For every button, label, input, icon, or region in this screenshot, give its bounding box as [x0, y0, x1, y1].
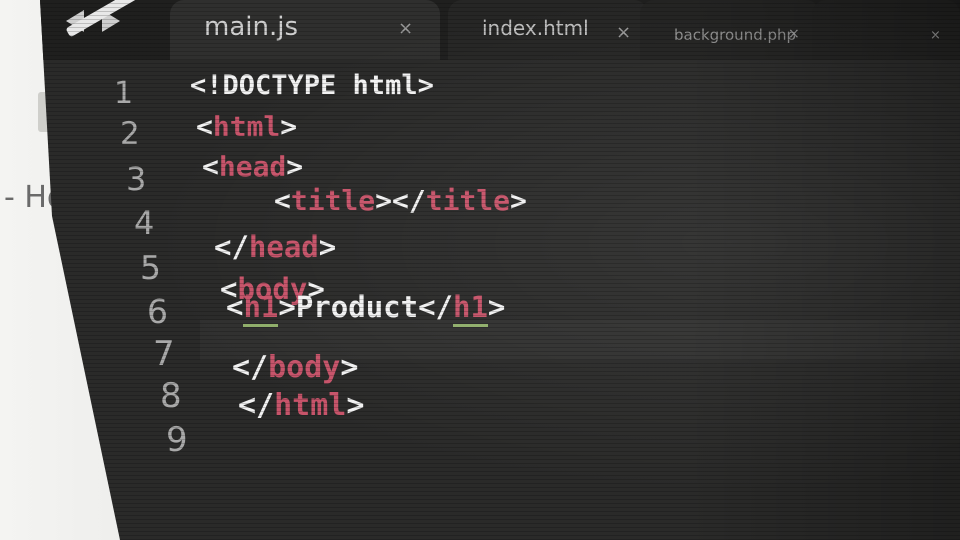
code-line[interactable]: <!DOCTYPE html> — [190, 70, 434, 101]
code-editor-window: main.js × index.html × background.php × … — [40, 0, 960, 540]
tab-navigation — [58, 0, 168, 54]
html-tag-name: title — [425, 184, 511, 217]
code-text: <!DOCTYPE html> — [190, 70, 434, 101]
code-line[interactable]: <h1>Product</h1> — [226, 290, 506, 327]
code-line[interactable]: <title></title> — [274, 184, 527, 217]
code-text: </ — [232, 350, 269, 385]
close-icon[interactable]: × — [398, 18, 413, 39]
html-tag-name: html — [212, 110, 281, 143]
code-line[interactable]: </head> — [214, 230, 336, 264]
tab-label: main.js — [204, 12, 298, 42]
line-number: 3 — [126, 160, 147, 198]
line-number: 1 — [114, 76, 134, 111]
code-line[interactable]: <head> — [202, 150, 303, 183]
code-text: > — [318, 230, 337, 264]
line-number: 9 — [166, 420, 188, 460]
html-tag-name: body — [268, 350, 341, 385]
tab-bar: main.js × index.html × background.php × … — [40, 0, 960, 60]
code-text: > — [510, 184, 527, 217]
code-line[interactable]: </html> — [238, 388, 364, 423]
code-text: </ — [214, 230, 249, 264]
code-text: < — [196, 110, 213, 143]
code-text: > — [280, 110, 298, 143]
line-number: 5 — [140, 248, 161, 287]
code-text: ></ — [375, 184, 426, 217]
line-number: 2 — [120, 116, 140, 152]
code-line[interactable]: <html> — [196, 110, 297, 143]
tab-index-html[interactable]: index.html × — [448, 0, 648, 60]
line-number: 6 — [147, 292, 168, 331]
html-tag-name: head — [218, 150, 287, 183]
code-text: < — [202, 150, 219, 183]
html-tag-name: head — [248, 230, 319, 264]
code-text: < — [274, 184, 291, 217]
code-line[interactable]: </body> — [232, 350, 358, 385]
code-text: >Product</ — [278, 290, 453, 324]
tab-label: background.php — [674, 26, 797, 44]
close-icon[interactable]: × — [930, 28, 941, 43]
close-icon[interactable]: × — [788, 26, 800, 42]
code-text: > — [487, 290, 506, 324]
code-text: </ — [238, 388, 275, 423]
tab-background-php[interactable]: background.php × — [640, 0, 820, 60]
line-number: 7 — [153, 334, 175, 374]
html-tag-name: h1 — [453, 290, 488, 327]
code-text: < — [226, 290, 244, 324]
html-tag-name: h1 — [243, 290, 279, 327]
code-text: > — [286, 150, 304, 183]
line-number: 8 — [160, 376, 182, 416]
close-icon[interactable]: × — [616, 22, 631, 43]
tab-unlabeled[interactable]: × — [812, 0, 960, 60]
html-tag-name: html — [274, 388, 347, 423]
line-number: 4 — [134, 204, 155, 242]
code-text: > — [340, 350, 359, 385]
html-tag-name: title — [290, 184, 376, 217]
tab-label: index.html — [482, 16, 589, 40]
code-text: > — [346, 388, 365, 423]
tab-main-js[interactable]: main.js × — [170, 0, 440, 60]
